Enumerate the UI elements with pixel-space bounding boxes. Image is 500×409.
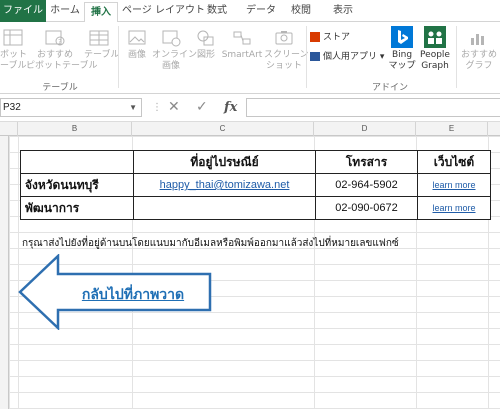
store-label: ストア — [323, 32, 351, 43]
ribbon-separator — [118, 26, 119, 88]
table-row: พัฒนาการ 02-090-0672 learn more — [20, 196, 491, 220]
picture-label: 画像 — [127, 50, 146, 60]
tab-file[interactable]: ファイル — [0, 0, 46, 22]
ribbon-separator — [306, 26, 307, 88]
shapes-icon — [197, 30, 214, 46]
ribbon-tab-bar: ファイル ホーム 挿入 ページ レイアウト 数式 データ 校閲 表示 — [0, 0, 500, 23]
table-corner-cell — [20, 150, 134, 174]
vertical-dots-icon: ⋮ — [152, 102, 162, 113]
name-box[interactable]: P32 ▼ — [0, 98, 142, 117]
header-website: เว็บไซต์ — [417, 150, 491, 174]
fax-number: 02-090-0672 — [315, 196, 418, 220]
smartart-button[interactable]: SmartArt — [220, 28, 264, 61]
svg-text:?: ? — [58, 38, 62, 46]
screenshot-button[interactable]: スクリーン ショット — [264, 28, 309, 72]
bing-maps-label-2: マップ — [388, 61, 416, 71]
group-table-label: テーブル — [42, 83, 78, 93]
insert-function-icon[interactable]: fx — [224, 98, 237, 117]
bing-maps-label-1: Bing — [391, 50, 413, 60]
store-icon — [310, 32, 320, 42]
group-addins-label: アドイン — [371, 83, 408, 93]
people-graph-button[interactable]: People Graph — [418, 26, 452, 72]
enter-icon[interactable]: ✓ — [196, 98, 208, 117]
row-label: จังหวัดนนทบุรี — [20, 173, 134, 197]
store-button[interactable]: ストア — [310, 32, 380, 44]
select-all-corner[interactable] — [0, 122, 18, 136]
people-graph-label-1: People — [420, 50, 450, 60]
tab-review[interactable]: 校閲 — [286, 0, 316, 22]
online-picture-label-2: 画像 — [161, 61, 180, 71]
recommended-pivot-icon: ? — [45, 30, 65, 46]
column-header-c[interactable]: C — [132, 122, 314, 136]
pivot-table-icon — [3, 29, 23, 46]
pivot-table-button[interactable]: ボット ーブル — [0, 28, 28, 72]
tab-home[interactable]: ホーム — [46, 0, 84, 22]
column-header-b[interactable]: B — [18, 122, 132, 136]
recommended-charts-label-2: グラフ — [465, 61, 493, 71]
row-label: พัฒนาการ — [20, 196, 134, 220]
cancel-icon[interactable]: ✕ — [168, 98, 180, 117]
learn-more-link[interactable]: learn more — [417, 196, 491, 220]
column-headers: B C D E — [0, 121, 500, 136]
formula-input[interactable] — [246, 98, 500, 117]
name-box-value: P32 — [3, 102, 21, 113]
shapes-button[interactable]: 図形 — [192, 28, 220, 61]
smartart-icon — [233, 31, 251, 45]
recommended-charts-label-1: おすすめ — [460, 50, 497, 60]
ribbon-separator — [456, 26, 457, 88]
column-header-e[interactable]: E — [416, 122, 488, 136]
header-address: ที่อยู่ไปรษณีย์ — [133, 150, 316, 174]
table-button[interactable]: テーブル — [84, 28, 119, 61]
back-to-drawing-label: กลับไปที่ภาพวาด — [81, 287, 185, 303]
tab-page-layout[interactable]: ページ レイアウト — [122, 0, 205, 22]
my-apps-label: 個人用アプリ — [323, 52, 378, 62]
screenshot-label-1: スクリーン — [264, 50, 309, 60]
recommended-pivot-label-2: ピボットテーブル — [26, 61, 98, 71]
pivot-table-label-1: ボット — [0, 50, 28, 60]
column-header-d[interactable]: D — [314, 122, 416, 136]
chevron-down-icon: ▾ — [379, 52, 385, 62]
email-link[interactable]: happy_thai@tomizawa.net — [133, 173, 316, 197]
instruction-note: กรุณาส่งไปยังที่อยู่ด้านบนโดยแนบมากับอีเ… — [22, 238, 399, 249]
formula-bar: P32 ▼ ⋮ ✕ ✓ fx — [0, 97, 500, 119]
bing-maps-icon — [391, 26, 413, 48]
pivot-table-label-2: ーブル — [0, 61, 27, 71]
tab-data[interactable]: データ — [240, 0, 282, 22]
tab-insert[interactable]: 挿入 — [84, 2, 118, 23]
row-headers — [0, 136, 9, 409]
people-graph-icon — [424, 26, 446, 48]
ribbon-insert: ボット ーブル ? おすすめ ピボットテーブル テーブル テーブル 画像 オンラ… — [0, 22, 500, 94]
my-apps-icon — [310, 52, 320, 61]
people-graph-label-2: Graph — [421, 61, 449, 71]
tab-formulas[interactable]: 数式 — [200, 0, 234, 22]
fax-number: 02-964-5902 — [315, 173, 418, 197]
chevron-down-icon[interactable]: ▼ — [129, 99, 137, 116]
shapes-label: 図形 — [196, 50, 215, 60]
online-picture-label-1: オンライン — [152, 50, 198, 60]
screenshot-label-2: ショット — [265, 61, 302, 71]
header-fax: โทรสาร — [315, 150, 418, 174]
recommended-charts-button[interactable]: おすすめ グラフ — [458, 28, 500, 72]
online-picture-icon — [162, 30, 181, 47]
contact-table: ที่อยู่ไปรษณีย์ โทรสาร เว็บไซต์ จังหวัดน… — [20, 150, 491, 220]
table-row: จังหวัดนนทบุรี happy_thai@tomizawa.net 0… — [20, 173, 491, 197]
address-cell — [133, 196, 316, 220]
back-to-drawing-button[interactable]: กลับไปที่ภาพวาด — [18, 254, 214, 330]
recommended-pivot-label-1: おすすめ — [36, 50, 73, 60]
online-picture-button[interactable]: オンライン 画像 — [152, 28, 197, 72]
table-label: テーブル — [84, 50, 120, 60]
picture-icon — [128, 30, 146, 45]
picture-button[interactable]: 画像 — [122, 28, 152, 61]
learn-more-link[interactable]: learn more — [417, 173, 491, 197]
tab-view[interactable]: 表示 — [326, 0, 360, 22]
table-icon — [89, 30, 109, 46]
recommended-charts-icon — [471, 34, 484, 45]
smartart-label: SmartArt — [221, 50, 263, 60]
screenshot-icon — [275, 31, 293, 45]
bing-maps-button[interactable]: Bing マップ — [386, 26, 418, 72]
my-apps-button[interactable]: 個人用アプリ ▾ — [310, 52, 388, 63]
recommended-pivot-button[interactable]: ? おすすめ ピボットテーブル — [26, 28, 97, 72]
table-header-row: ที่อยู่ไปรษณีย์ โทรสาร เว็บไซต์ — [20, 150, 491, 174]
